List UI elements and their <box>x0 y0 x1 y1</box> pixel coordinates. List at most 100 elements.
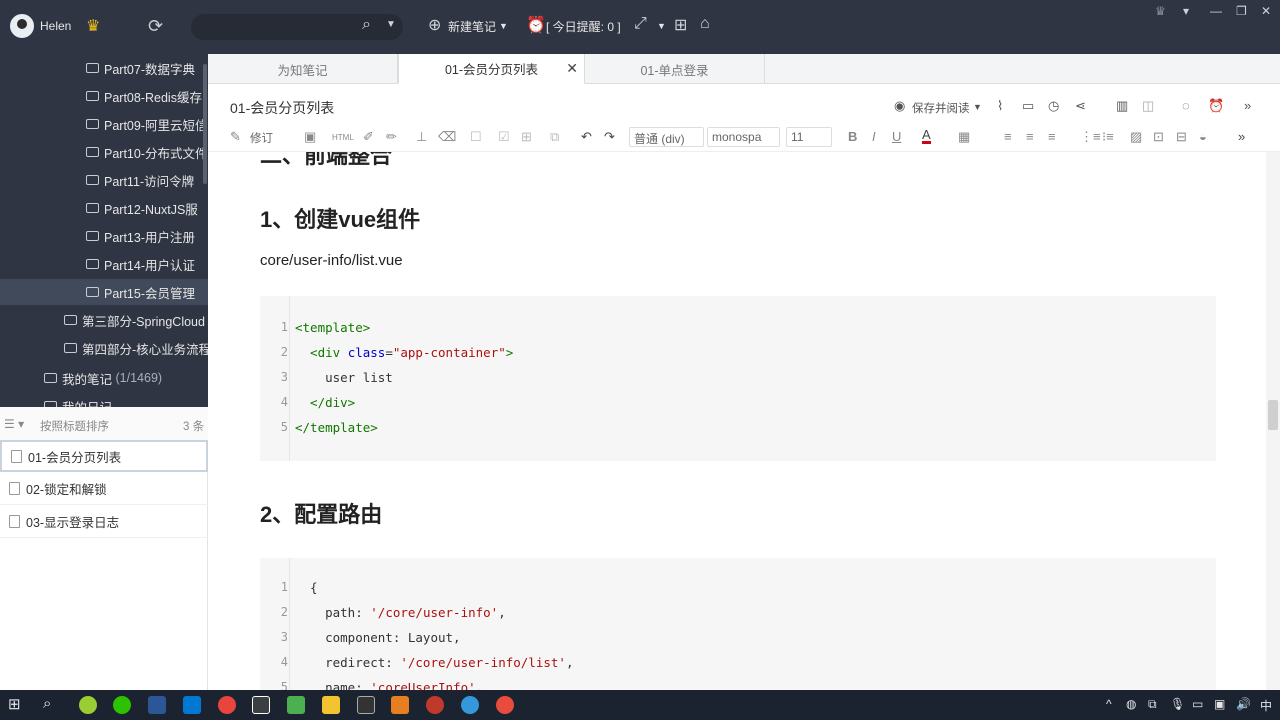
tree-item[interactable]: Part09-阿里云短信 <box>86 111 208 137</box>
avatar[interactable] <box>8 12 36 40</box>
more-icon[interactable]: » <box>1244 98 1251 113</box>
chevron-down-icon[interactable]: ▼ <box>386 19 396 30</box>
checkbox-icon[interactable]: ☐ <box>470 129 482 145</box>
more-icon[interactable]: » <box>1238 129 1245 144</box>
ordered-list-icon[interactable]: ⋮≡ <box>1080 129 1101 145</box>
grid-icon[interactable]: ⊞ <box>674 15 687 35</box>
scrollbar-thumb[interactable] <box>1268 400 1278 430</box>
image-icon[interactable]: ▨ <box>1130 129 1142 145</box>
list-item[interactable]: 02-锁定和解锁 <box>0 473 208 505</box>
layout-icon[interactable]: ◫ <box>1142 98 1154 114</box>
html-icon[interactable]: HTML <box>332 133 354 142</box>
word-icon[interactable] <box>148 696 166 714</box>
trash-icon[interactable]: ▥ <box>1116 98 1128 114</box>
weibo-icon[interactable]: ◌ <box>1182 98 1190 113</box>
tree-item[interactable]: 我的日记 <box>44 393 112 407</box>
chevron-down-icon[interactable]: ▼ <box>657 21 666 31</box>
microphone-icon[interactable]: 🎙 <box>1170 697 1185 711</box>
tab-sso[interactable]: 01-单点登录 <box>585 54 765 84</box>
minimize-icon[interactable]: — <box>1210 4 1222 18</box>
display-icon[interactable]: ▣ <box>1214 697 1225 711</box>
redo-icon[interactable]: ↷ <box>604 129 615 145</box>
vip-crown-icon[interactable]: ♛ <box>86 16 100 36</box>
history-icon[interactable]: ◷ <box>1048 98 1059 114</box>
tray-app-icon[interactable]: ◍ <box>1126 697 1136 711</box>
alarm-clock-icon[interactable]: ⏰ <box>526 15 546 35</box>
list-item[interactable]: 03-显示登录日志 <box>0 506 208 538</box>
attachment-icon[interactable]: ⌇ <box>997 98 1003 114</box>
edit-icon[interactable]: ✎ <box>230 129 241 145</box>
tree-item[interactable]: 第三部分-SpringCloud <box>64 307 205 333</box>
code-icon[interactable]: ◒ <box>1199 129 1207 144</box>
sort-dropdown[interactable]: 按照标题排序 <box>40 418 109 434</box>
wechat-icon[interactable] <box>113 696 131 714</box>
browser-icon[interactable] <box>461 696 479 714</box>
list-item[interactable]: 01-会员分页列表 <box>0 440 208 472</box>
tree-item[interactable]: 我的笔记 (1/1469) <box>44 365 162 391</box>
app-icon[interactable] <box>79 696 97 714</box>
pen-icon[interactable]: ✐ <box>363 129 374 145</box>
share-icon[interactable]: ⋖ <box>1075 98 1086 114</box>
highlight-icon[interactable]: ▦ <box>958 129 970 145</box>
save-icon[interactable]: ▣ <box>304 129 316 145</box>
eye-icon[interactable]: ◉ <box>894 98 905 114</box>
tree-item[interactable]: Part08-Redis缓存 <box>86 83 202 109</box>
font-size-select[interactable]: 11 <box>786 127 832 147</box>
check-icon[interactable]: ☑ <box>498 129 510 145</box>
sync-icon[interactable]: ⟳ <box>148 16 163 37</box>
marker-icon[interactable]: ✏ <box>386 129 397 145</box>
list-icon[interactable]: ☰ ▾ <box>4 417 24 431</box>
align-right-icon[interactable]: ≡ <box>1048 129 1056 144</box>
tree-item[interactable]: 第四部分-核心业务流程 <box>64 335 208 361</box>
bold-icon[interactable]: B <box>848 129 857 144</box>
search-icon[interactable]: ⌕ <box>43 695 51 712</box>
paragraph-format-select[interactable]: 普通 (div) <box>629 127 704 147</box>
vscode-icon[interactable] <box>183 696 201 714</box>
windows-start-icon[interactable]: ⊞ <box>8 695 21 713</box>
chevron-up-icon[interactable]: ^ <box>1106 697 1112 711</box>
tree-item-selected[interactable]: Part15-会员管理 <box>0 279 208 305</box>
new-note-button[interactable]: 新建笔记 <box>448 18 496 35</box>
revise-button[interactable]: 修订 <box>250 130 273 146</box>
intellij-icon[interactable] <box>252 696 270 714</box>
expand-icon[interactable]: ⤢ <box>634 15 647 33</box>
code-block[interactable]: 1 <template> 2 <div class="app-container"… <box>260 296 1216 461</box>
reminder-label[interactable]: [ 今日提醒: 0 ] <box>546 18 621 35</box>
font-family-select[interactable]: monospa <box>707 127 780 147</box>
copy-icon[interactable]: ⧉ <box>550 129 559 145</box>
alarm-icon[interactable]: ⏰ <box>1208 98 1224 114</box>
page-title[interactable]: 01-会员分页列表 <box>230 98 334 118</box>
table-icon[interactable]: ⊞ <box>521 129 532 145</box>
volume-icon[interactable]: 🔊 <box>1236 697 1251 711</box>
font-color-icon[interactable]: A <box>922 128 931 144</box>
code-block[interactable]: 1 { 2 path: '/core/user-info', 3 compone… <box>260 558 1216 690</box>
app-icon[interactable] <box>287 696 305 714</box>
undo-icon[interactable]: ↶ <box>581 129 592 145</box>
close-icon[interactable]: ✕ <box>1261 4 1271 18</box>
align-center-icon[interactable]: ≡ <box>1026 129 1034 144</box>
tab-current[interactable]: 01-会员分页列表 ✕ <box>398 54 585 84</box>
skin-icon[interactable]: ♕ <box>1155 4 1166 18</box>
insert-table-icon[interactable]: ⊟ <box>1176 129 1187 145</box>
chevron-down-icon[interactable]: ▼ <box>499 21 508 31</box>
comment-icon[interactable]: ▭ <box>1022 98 1034 114</box>
plus-circle-icon[interactable]: ⊕ <box>428 15 441 35</box>
align-left-icon[interactable]: ≡ <box>1004 129 1012 144</box>
editor-content[interactable]: 二、前端整合 1、创建vue组件 core/user-info/list.vue… <box>208 152 1266 690</box>
username[interactable]: Helen <box>40 19 71 33</box>
tray-app-icon[interactable]: ⧉ <box>1148 697 1157 712</box>
save-read-button[interactable]: 保存并阅读 <box>912 100 970 116</box>
chevron-down-icon[interactable]: ▼ <box>973 102 982 112</box>
unordered-list-icon[interactable]: ⁝≡ <box>1102 129 1114 145</box>
tree-item[interactable]: Part10-分布式文件 <box>86 139 208 165</box>
search-icon[interactable]: ⌕ <box>362 16 371 34</box>
search-input[interactable] <box>191 14 403 40</box>
app-icon[interactable] <box>391 696 409 714</box>
tree-item[interactable]: Part14-用户认证 <box>86 251 195 277</box>
app-icon[interactable] <box>426 696 444 714</box>
eraser-icon[interactable]: ⌫ <box>438 129 456 145</box>
home-icon[interactable]: ⌂ <box>700 15 710 33</box>
ime-indicator[interactable]: 中 <box>1260 697 1272 714</box>
network-icon[interactable]: ▭ <box>1192 697 1203 711</box>
tree-item[interactable]: Part11-访问令牌 <box>86 167 194 193</box>
